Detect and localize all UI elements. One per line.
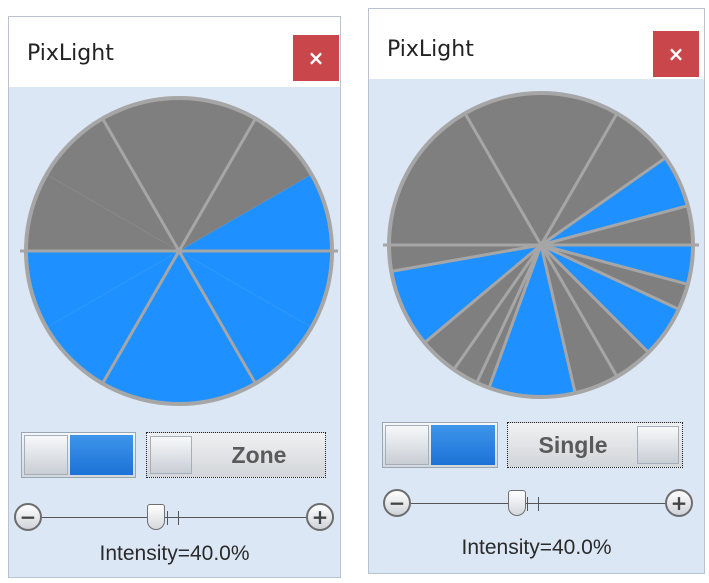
mode-label: Single <box>538 431 608 458</box>
pixlight-window-zone: PixLight × Zone − + Intensity=40.0% <box>8 16 341 578</box>
increase-button[interactable]: + <box>665 489 693 517</box>
intensity-readout: Intensity=40.0% <box>99 542 250 565</box>
light-wheel <box>383 91 699 399</box>
intensity-slider[interactable]: − + <box>14 503 334 533</box>
power-toggle[interactable] <box>382 422 498 468</box>
toggle-knob[interactable] <box>24 435 68 475</box>
intensity-readout: Intensity=40.0% <box>461 536 612 559</box>
decrease-button[interactable]: − <box>383 489 411 517</box>
mode-button[interactable]: Single <box>507 422 683 468</box>
slider-ticks <box>527 497 539 511</box>
toggle-on-indicator <box>70 435 133 475</box>
plus-icon: + <box>311 505 329 529</box>
decrease-button[interactable]: − <box>14 503 42 531</box>
slider-thumb[interactable] <box>147 504 165 530</box>
pixlight-window-single: PixLight × Single − + Intensity=40.0% <box>368 8 705 574</box>
intensity-slider[interactable]: − + <box>383 489 693 519</box>
mode-knob[interactable] <box>637 426 679 464</box>
slider-thumb[interactable] <box>508 490 526 516</box>
slider-ticks <box>167 511 179 525</box>
mode-knob[interactable] <box>150 436 192 474</box>
increase-button[interactable]: + <box>306 503 334 531</box>
toggle-on-indicator <box>431 425 495 465</box>
minus-icon: − <box>19 505 37 529</box>
power-toggle[interactable] <box>21 432 136 478</box>
mode-label: Zone <box>231 441 287 468</box>
mode-button[interactable]: Zone <box>146 432 326 478</box>
plus-icon: + <box>670 491 688 515</box>
minus-icon: − <box>388 491 406 515</box>
toggle-knob[interactable] <box>385 425 429 465</box>
light-wheel <box>20 96 338 406</box>
